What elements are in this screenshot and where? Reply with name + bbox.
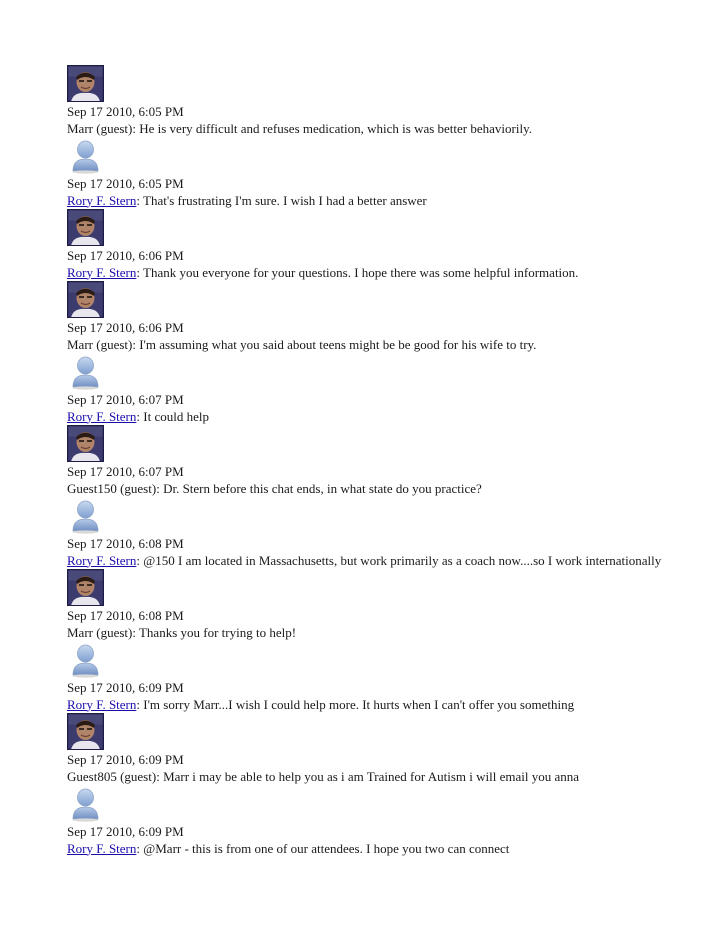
message-text: Dr. Stern before this chat ends, in what… bbox=[163, 480, 482, 496]
message-text: @Marr - this is from one of our attendee… bbox=[143, 840, 510, 856]
chat-message: Sep 17 2010, 6:08 PM Marr (guest): Thanks… bbox=[67, 569, 667, 641]
message-body: Marr (guest): He is very difficult and r… bbox=[67, 121, 667, 138]
message-timestamp: Sep 17 2010, 6:09 PM bbox=[67, 680, 184, 695]
author-link[interactable]: Rory F. Stern bbox=[67, 553, 136, 568]
host-avatar-icon bbox=[67, 713, 104, 750]
message-timestamp: Sep 17 2010, 6:06 PM bbox=[67, 248, 184, 263]
chat-message: Sep 17 2010, 6:09 PM Guest805 (guest): Ma… bbox=[67, 713, 667, 785]
guest-avatar-icon bbox=[67, 641, 104, 678]
message-text: That's frustrating I'm sure. I wish I ha… bbox=[143, 192, 427, 208]
host-avatar-icon bbox=[67, 425, 104, 462]
message-body: Rory F. Stern: That's frustrating I'm su… bbox=[67, 193, 667, 210]
message-body: Guest805 (guest): Marr i may be able to … bbox=[67, 769, 667, 786]
message-body: Rory F. Stern: I'm sorry Marr...I wish I… bbox=[67, 697, 667, 714]
chat-message: Sep 17 2010, 6:07 PM Rory F. Stern: It co… bbox=[67, 353, 667, 425]
message-body: Rory F. Stern: @Marr - this is from one … bbox=[67, 841, 667, 858]
host-avatar-icon bbox=[67, 281, 104, 318]
message-timestamp: Sep 17 2010, 6:05 PM bbox=[67, 176, 184, 191]
chat-message: Sep 17 2010, 6:05 PM Marr (guest): He is … bbox=[67, 65, 667, 137]
author-name: Marr (guest) bbox=[67, 624, 133, 640]
author-link[interactable]: Rory F. Stern bbox=[67, 697, 136, 712]
chat-message: Sep 17 2010, 6:09 PM Rory F. Stern: @Marr… bbox=[67, 785, 667, 857]
message-body: Marr (guest): Thanks you for trying to h… bbox=[67, 625, 667, 642]
author-link[interactable]: Rory F. Stern bbox=[67, 409, 136, 424]
author-link[interactable]: Rory F. Stern bbox=[67, 193, 136, 208]
guest-avatar-icon bbox=[67, 785, 104, 822]
chat-message: Sep 17 2010, 6:07 PM Guest150 (guest): Dr… bbox=[67, 425, 667, 497]
guest-avatar-icon bbox=[67, 137, 104, 174]
message-text: Thank you everyone for your questions. I… bbox=[143, 264, 579, 280]
message-timestamp: Sep 17 2010, 6:07 PM bbox=[67, 464, 184, 479]
message-text: It could help bbox=[143, 408, 209, 424]
host-avatar-icon bbox=[67, 209, 104, 246]
host-avatar-icon bbox=[67, 65, 104, 102]
author-name: Guest805 (guest) bbox=[67, 768, 157, 784]
chat-message: Sep 17 2010, 6:05 PM Rory F. Stern: That'… bbox=[67, 137, 667, 209]
author-name: Marr (guest) bbox=[67, 336, 133, 352]
message-body: Guest150 (guest): Dr. Stern before this … bbox=[67, 481, 667, 498]
message-body: Rory F. Stern: It could help bbox=[67, 409, 667, 426]
message-timestamp: Sep 17 2010, 6:09 PM bbox=[67, 752, 184, 767]
message-body: Rory F. Stern: @150 I am located in Mass… bbox=[67, 553, 667, 570]
message-text: I'm sorry Marr...I wish I could help mor… bbox=[143, 696, 575, 712]
chat-message: Sep 17 2010, 6:06 PM Marr (guest): I'm as… bbox=[67, 281, 667, 353]
author-name: Guest150 (guest) bbox=[67, 480, 157, 496]
message-timestamp: Sep 17 2010, 6:06 PM bbox=[67, 320, 184, 335]
message-text: @150 I am located in Massachusetts, but … bbox=[143, 552, 662, 568]
author-link[interactable]: Rory F. Stern bbox=[67, 841, 136, 856]
chat-message: Sep 17 2010, 6:08 PM Rory F. Stern: @150 … bbox=[67, 497, 667, 569]
message-text: He is very difficult and refuses medicat… bbox=[139, 120, 532, 136]
message-timestamp: Sep 17 2010, 6:05 PM bbox=[67, 104, 184, 119]
message-timestamp: Sep 17 2010, 6:09 PM bbox=[67, 824, 184, 839]
chat-message: Sep 17 2010, 6:06 PM Rory F. Stern: Thank… bbox=[67, 209, 667, 281]
message-text: Thanks you for trying to help! bbox=[138, 624, 297, 640]
message-text: I'm assuming what you said about teens m… bbox=[139, 336, 537, 352]
author-separator: : bbox=[132, 624, 139, 640]
message-timestamp: Sep 17 2010, 6:08 PM bbox=[67, 608, 184, 623]
author-name: Marr (guest) bbox=[67, 120, 133, 136]
message-timestamp: Sep 17 2010, 6:07 PM bbox=[67, 392, 184, 407]
author-link[interactable]: Rory F. Stern bbox=[67, 265, 136, 280]
chat-transcript: Sep 17 2010, 6:05 PM Marr (guest): He is … bbox=[67, 65, 667, 857]
host-avatar-icon bbox=[67, 569, 104, 606]
message-text: Marr i may be able to help you as i am T… bbox=[163, 768, 579, 784]
message-body: Marr (guest): I'm assuming what you said… bbox=[67, 337, 667, 354]
message-timestamp: Sep 17 2010, 6:08 PM bbox=[67, 536, 184, 551]
message-body: Rory F. Stern: Thank you everyone for yo… bbox=[67, 265, 667, 282]
chat-message: Sep 17 2010, 6:09 PM Rory F. Stern: I'm s… bbox=[67, 641, 667, 713]
guest-avatar-icon bbox=[67, 497, 104, 534]
guest-avatar-icon bbox=[67, 353, 104, 390]
